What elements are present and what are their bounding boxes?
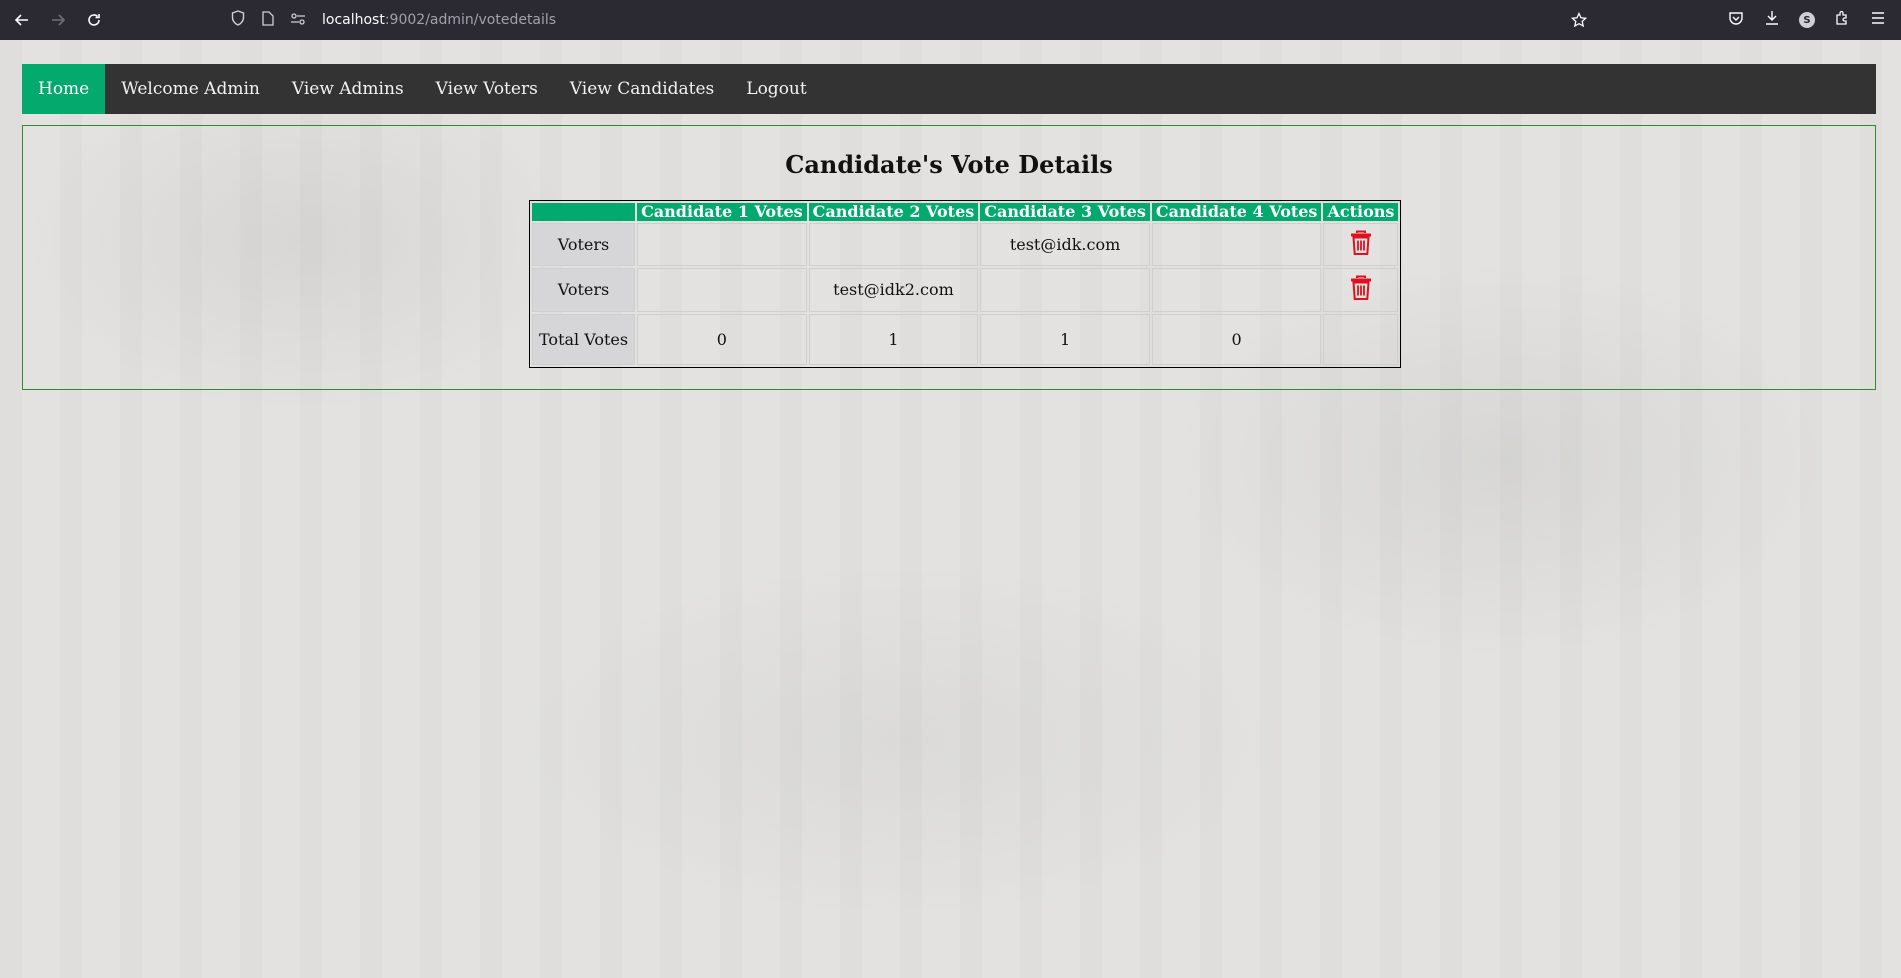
pocket-icon[interactable] (1727, 11, 1745, 30)
row-label: Voters (532, 268, 636, 312)
url-path: :9002/admin/votedetails (384, 12, 557, 28)
table-header-row: Candidate 1 Votes Candidate 2 Votes Cand… (532, 203, 1399, 221)
actions-cell (1323, 223, 1399, 267)
empty-cell (1323, 313, 1399, 365)
totals-row: Total Votes 0 1 1 0 (532, 313, 1399, 365)
header-actions: Actions (1323, 203, 1399, 221)
row-label: Voters (532, 223, 636, 267)
nav-view-admins[interactable]: View Admins (276, 64, 420, 114)
vote-cell (980, 268, 1150, 312)
reload-icon[interactable] (76, 0, 112, 40)
menu-icon[interactable] (1869, 11, 1887, 29)
trash-icon[interactable] (1350, 230, 1372, 256)
table-row: Voters test@idk.com (532, 223, 1399, 267)
vote-cell (1151, 223, 1322, 267)
total-cell: 1 (808, 313, 979, 365)
bookmark-star-icon[interactable] (1571, 0, 1587, 40)
vote-cell: test@idk.com (980, 223, 1150, 267)
url-host: localhost (322, 12, 385, 28)
account-avatar[interactable]: S (1799, 12, 1815, 28)
vote-cell (637, 268, 807, 312)
browser-toolbar: localhost:9002/admin/votedetails S (0, 0, 1901, 40)
top-navbar: Home Welcome Admin View Admins View Vote… (22, 64, 1876, 114)
total-cell: 0 (637, 313, 807, 365)
back-arrow-icon[interactable] (4, 0, 40, 40)
header-blank (532, 203, 636, 221)
trash-icon[interactable] (1350, 275, 1372, 301)
vote-cell (637, 223, 807, 267)
vote-cell: test@idk2.com (808, 268, 979, 312)
page-title: Candidate's Vote Details (785, 150, 1113, 179)
votes-table: Candidate 1 Votes Candidate 2 Votes Cand… (529, 200, 1402, 368)
header-candidate-3: Candidate 3 Votes (980, 203, 1150, 221)
shield-icon[interactable] (230, 10, 246, 30)
forward-arrow-icon[interactable] (40, 0, 76, 40)
vote-cell (1151, 268, 1322, 312)
header-candidate-4: Candidate 4 Votes (1151, 203, 1322, 221)
vote-cell (808, 223, 979, 267)
table-row: Voters test@idk2.com (532, 268, 1399, 312)
nav-view-voters[interactable]: View Voters (420, 64, 554, 114)
total-cell: 1 (980, 313, 1150, 365)
nav-welcome-admin[interactable]: Welcome Admin (105, 64, 276, 114)
header-candidate-1: Candidate 1 Votes (637, 203, 807, 221)
nav-logout[interactable]: Logout (730, 64, 822, 114)
nav-view-candidates[interactable]: View Candidates (554, 64, 730, 114)
page-icon (260, 10, 276, 30)
total-cell: 0 (1151, 313, 1322, 365)
address-bar[interactable]: localhost:9002/admin/votedetails (230, 0, 556, 40)
header-candidate-2: Candidate 2 Votes (808, 203, 979, 221)
permissions-icon[interactable] (290, 11, 306, 29)
nav-home[interactable]: Home (22, 64, 106, 114)
totals-label: Total Votes (532, 313, 636, 365)
url-text[interactable]: localhost:9002/admin/votedetails (322, 12, 556, 28)
download-icon[interactable] (1763, 10, 1781, 30)
actions-cell (1323, 268, 1399, 312)
extensions-icon[interactable] (1833, 10, 1851, 30)
vote-details-panel: Candidate's Vote Details Candidate 1 Vot… (22, 125, 1876, 390)
